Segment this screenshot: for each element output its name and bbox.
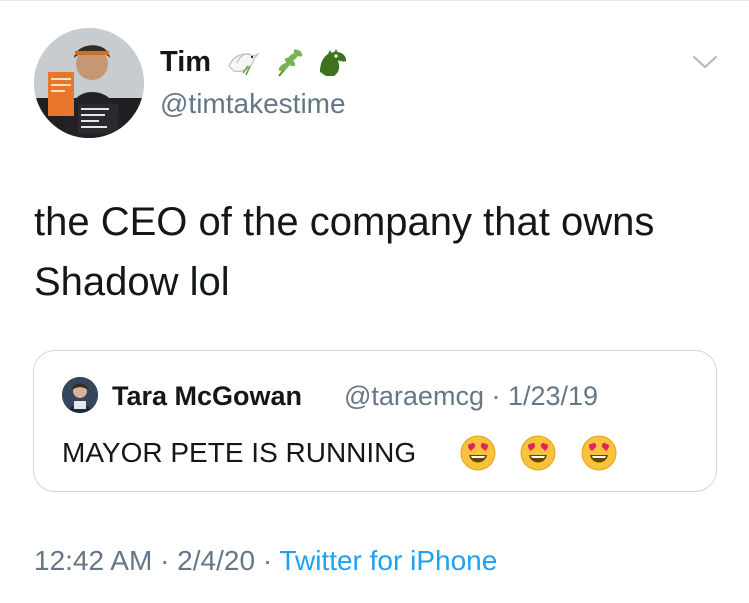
quoted-handle-and-date: @taraemcg · 1/23/19 [344, 381, 599, 411]
quoted-emoji-row [458, 433, 635, 473]
herb-emoji-icon [272, 46, 306, 80]
author-avatar[interactable] [34, 28, 144, 138]
crocodile-emoji-icon [316, 46, 350, 80]
author-handle[interactable]: @timtakestime [160, 86, 346, 122]
tweet-text: the CEO of the company that owns Shadow … [34, 192, 734, 312]
quoted-author-avatar[interactable] [62, 377, 98, 413]
heart-eyes-emoji-icon [518, 433, 558, 473]
chevron-down-icon[interactable] [690, 52, 720, 72]
tweet-text-line-2: Shadow lol [34, 260, 230, 304]
dove-emoji-icon [226, 46, 260, 80]
quoted-author-name[interactable]: Tara McGowan [112, 379, 302, 413]
heart-eyes-emoji-icon [579, 433, 619, 473]
author-display-name[interactable]: Tim [160, 44, 211, 80]
quoted-tweet-card[interactable]: Tara McGowan @taraemcg · 1/23/19 MAYOR P… [33, 350, 717, 492]
quoted-tweet-text: MAYOR PETE IS RUNNING [62, 437, 417, 468]
tweet-source-link[interactable]: Twitter for iPhone [279, 545, 497, 576]
top-divider [0, 0, 749, 1]
heart-eyes-emoji-icon [458, 433, 498, 473]
tweet-timestamp[interactable]: 12:42 AM · 2/4/20 · [34, 545, 279, 576]
tweet-text-line-1: the CEO of the company that owns [34, 200, 655, 244]
tweet-footer: 12:42 AM · 2/4/20 · Twitter for iPhone [34, 543, 497, 579]
